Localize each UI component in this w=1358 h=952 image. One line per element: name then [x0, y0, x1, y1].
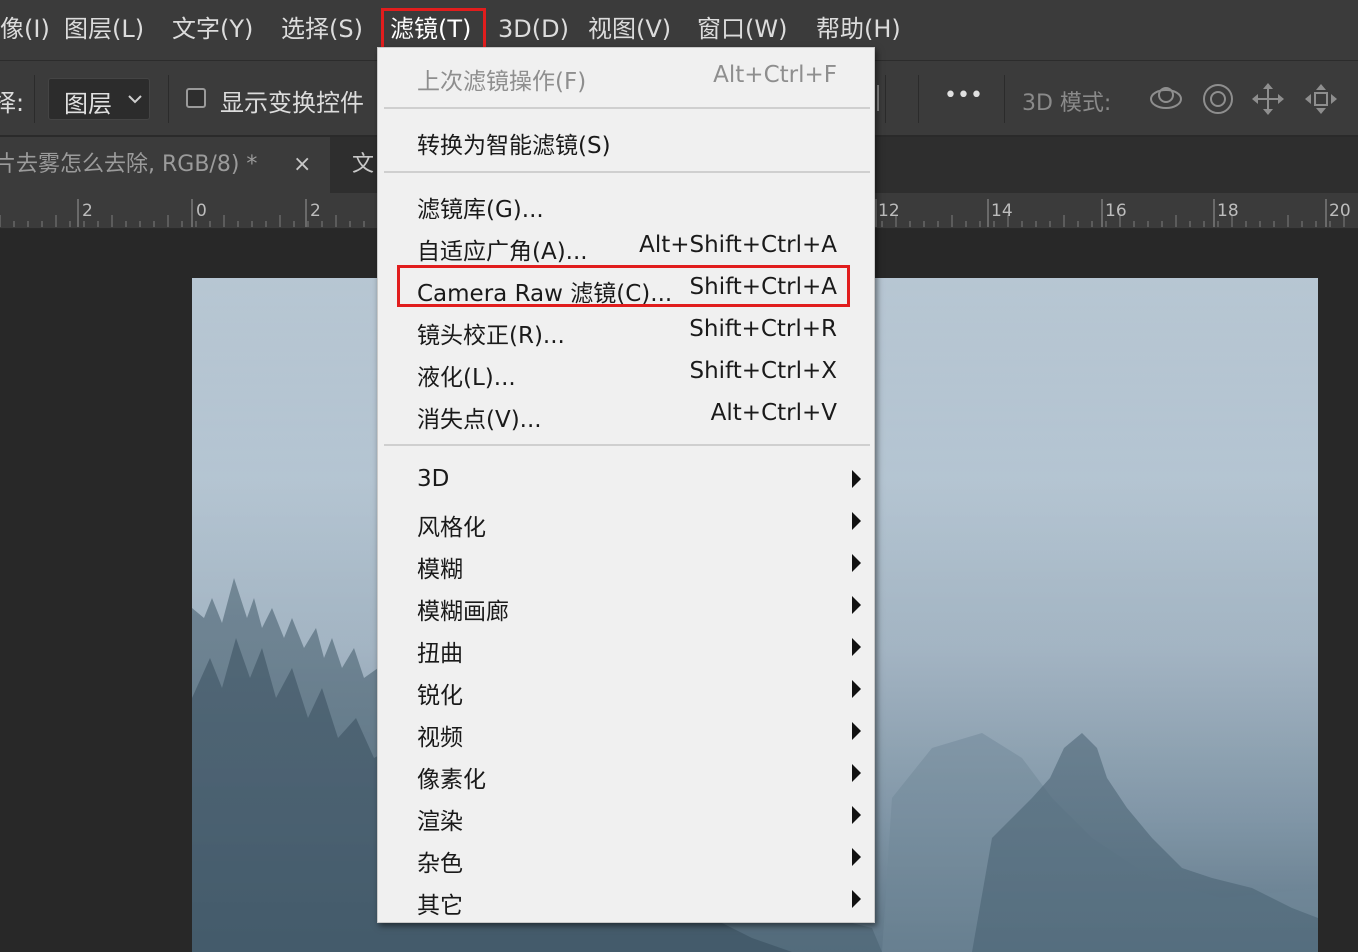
layer-select-value: 图层 — [64, 90, 112, 118]
submenu-arrow-icon — [852, 806, 861, 824]
menu-item-label: 上次滤镜操作(F) — [417, 69, 587, 95]
submenu-arrow-icon — [852, 554, 861, 572]
ruler-label: 2 — [82, 201, 93, 221]
menu-image[interactable]: 像(I) — [0, 12, 50, 46]
menu-select[interactable]: 选择(S) — [281, 12, 363, 46]
menu-view[interactable]: 视图(V) — [588, 12, 671, 46]
submenu-noise[interactable]: 杂色 — [378, 837, 874, 879]
submenu-sharpen[interactable]: 锐化 — [378, 669, 874, 711]
divider — [34, 75, 35, 123]
menu-item-shortcut: Alt+Shift+Ctrl+A — [639, 232, 837, 258]
menu-item-vanishing-point[interactable]: 消失点(V)... Alt+Ctrl+V — [378, 393, 874, 435]
document-tab-active[interactable]: 片去雾怎么去除, RGB/8) * × — [0, 137, 330, 193]
document-tab-second-title: 文 — [352, 152, 375, 177]
more-options-button[interactable]: ••• — [944, 83, 983, 108]
ruler-label: 2 — [310, 201, 321, 221]
ruler-label: 16 — [1105, 201, 1127, 221]
menu-item-label: 渲染 — [417, 809, 463, 835]
submenu-distort[interactable]: 扭曲 — [378, 627, 874, 669]
menu-item-label: 其它 — [417, 893, 463, 919]
menu-item-label: 视频 — [417, 725, 463, 751]
slide-3d-icon[interactable] — [1302, 81, 1340, 117]
pan-3d-icon[interactable] — [1250, 81, 1286, 117]
submenu-other[interactable]: 其它 — [378, 879, 874, 921]
document-tab-second[interactable]: 文 — [334, 137, 378, 193]
menu-item-filter-gallery[interactable]: 滤镜库(G)... — [378, 183, 874, 225]
submenu-arrow-icon — [852, 512, 861, 530]
layer-select[interactable]: 图层 — [48, 78, 150, 120]
menu-item-convert-smart-filter[interactable]: 转换为智能滤镜(S) — [378, 119, 874, 161]
menu-separator — [384, 444, 870, 446]
menu-item-label: 锐化 — [417, 683, 463, 709]
menu-item-label: 模糊画廊 — [417, 599, 509, 625]
auto-select-label: 择: — [0, 89, 25, 117]
menu-window[interactable]: 窗口(W) — [697, 12, 787, 46]
menu-separator — [384, 107, 870, 109]
roll-3d-icon[interactable] — [1200, 81, 1236, 117]
ruler-label: 12 — [878, 201, 900, 221]
submenu-render[interactable]: 渲染 — [378, 795, 874, 837]
menu-item-label: 3D — [417, 466, 450, 492]
close-icon[interactable]: × — [293, 137, 311, 193]
divider — [885, 75, 886, 123]
divider — [1004, 75, 1005, 123]
menu-item-adaptive-wide-angle[interactable]: 自适应广角(A)... Alt+Shift+Ctrl+A — [378, 225, 874, 267]
divider — [918, 75, 919, 123]
submenu-arrow-icon — [852, 890, 861, 908]
menu-item-label: 像素化 — [417, 767, 486, 793]
divider — [168, 75, 169, 123]
menu-item-label: 自适应广角(A)... — [417, 239, 588, 265]
show-transform-label: 显示变换控件 — [220, 89, 364, 117]
chevron-down-icon — [128, 95, 142, 104]
menu-item-label: 杂色 — [417, 851, 463, 877]
submenu-arrow-icon — [852, 638, 861, 656]
menu-item-label: 风格化 — [417, 515, 486, 541]
menu-item-shortcut: Alt+Ctrl+F — [713, 62, 837, 88]
menu-help[interactable]: 帮助(H) — [816, 12, 901, 46]
ruler-label: 0 — [196, 201, 207, 221]
menu-3d[interactable]: 3D(D) — [498, 12, 569, 46]
submenu-3d[interactable]: 3D — [378, 459, 874, 501]
menu-item-label: 消失点(V)... — [417, 407, 542, 433]
show-transform-checkbox[interactable] — [186, 88, 206, 108]
submenu-arrow-icon — [852, 764, 861, 782]
submenu-pixelate[interactable]: 像素化 — [378, 753, 874, 795]
filter-dropdown-menu: 上次滤镜操作(F) Alt+Ctrl+F 转换为智能滤镜(S) 滤镜库(G)..… — [377, 47, 875, 923]
menu-item-label: 模糊 — [417, 557, 463, 583]
align-icon[interactable] — [877, 85, 879, 111]
submenu-arrow-icon — [852, 680, 861, 698]
document-tab-title: 片去雾怎么去除, RGB/8) * — [0, 152, 258, 177]
menu-item-shortcut: Shift+Ctrl+X — [689, 358, 837, 384]
submenu-arrow-icon — [852, 722, 861, 740]
menu-item-label: 液化(L)... — [417, 365, 516, 391]
submenu-stylize[interactable]: 风格化 — [378, 501, 874, 543]
menu-type[interactable]: 文字(Y) — [172, 12, 253, 46]
menu-item-label: 滤镜库(G)... — [417, 197, 544, 223]
camera-raw-highlight-box — [397, 265, 850, 307]
menu-layer[interactable]: 图层(L) — [64, 12, 144, 46]
menu-item-label: 镜头校正(R)... — [417, 323, 565, 349]
menu-item-shortcut: Alt+Ctrl+V — [710, 400, 837, 426]
menu-item-liquify[interactable]: 液化(L)... Shift+Ctrl+X — [378, 351, 874, 393]
submenu-blur[interactable]: 模糊 — [378, 543, 874, 585]
ruler-label: 18 — [1217, 201, 1239, 221]
submenu-blur-gallery[interactable]: 模糊画廊 — [378, 585, 874, 627]
submenu-arrow-icon — [852, 596, 861, 614]
orbit-3d-icon[interactable] — [1146, 81, 1186, 115]
submenu-arrow-icon — [852, 848, 861, 866]
3d-mode-label: 3D 模式: — [1022, 91, 1112, 116]
menu-item-label: 扭曲 — [417, 641, 463, 667]
menu-item-label: 转换为智能滤镜(S) — [417, 133, 611, 159]
menu-item-lens-correction[interactable]: 镜头校正(R)... Shift+Ctrl+R — [378, 309, 874, 351]
ruler-label: 20 — [1329, 201, 1351, 221]
menu-item-shortcut: Shift+Ctrl+R — [689, 316, 837, 342]
ruler-label: 14 — [991, 201, 1013, 221]
submenu-video[interactable]: 视频 — [378, 711, 874, 753]
submenu-arrow-icon — [852, 470, 861, 488]
menu-item-last-filter: 上次滤镜操作(F) Alt+Ctrl+F — [378, 55, 874, 97]
menu-separator — [384, 171, 870, 173]
